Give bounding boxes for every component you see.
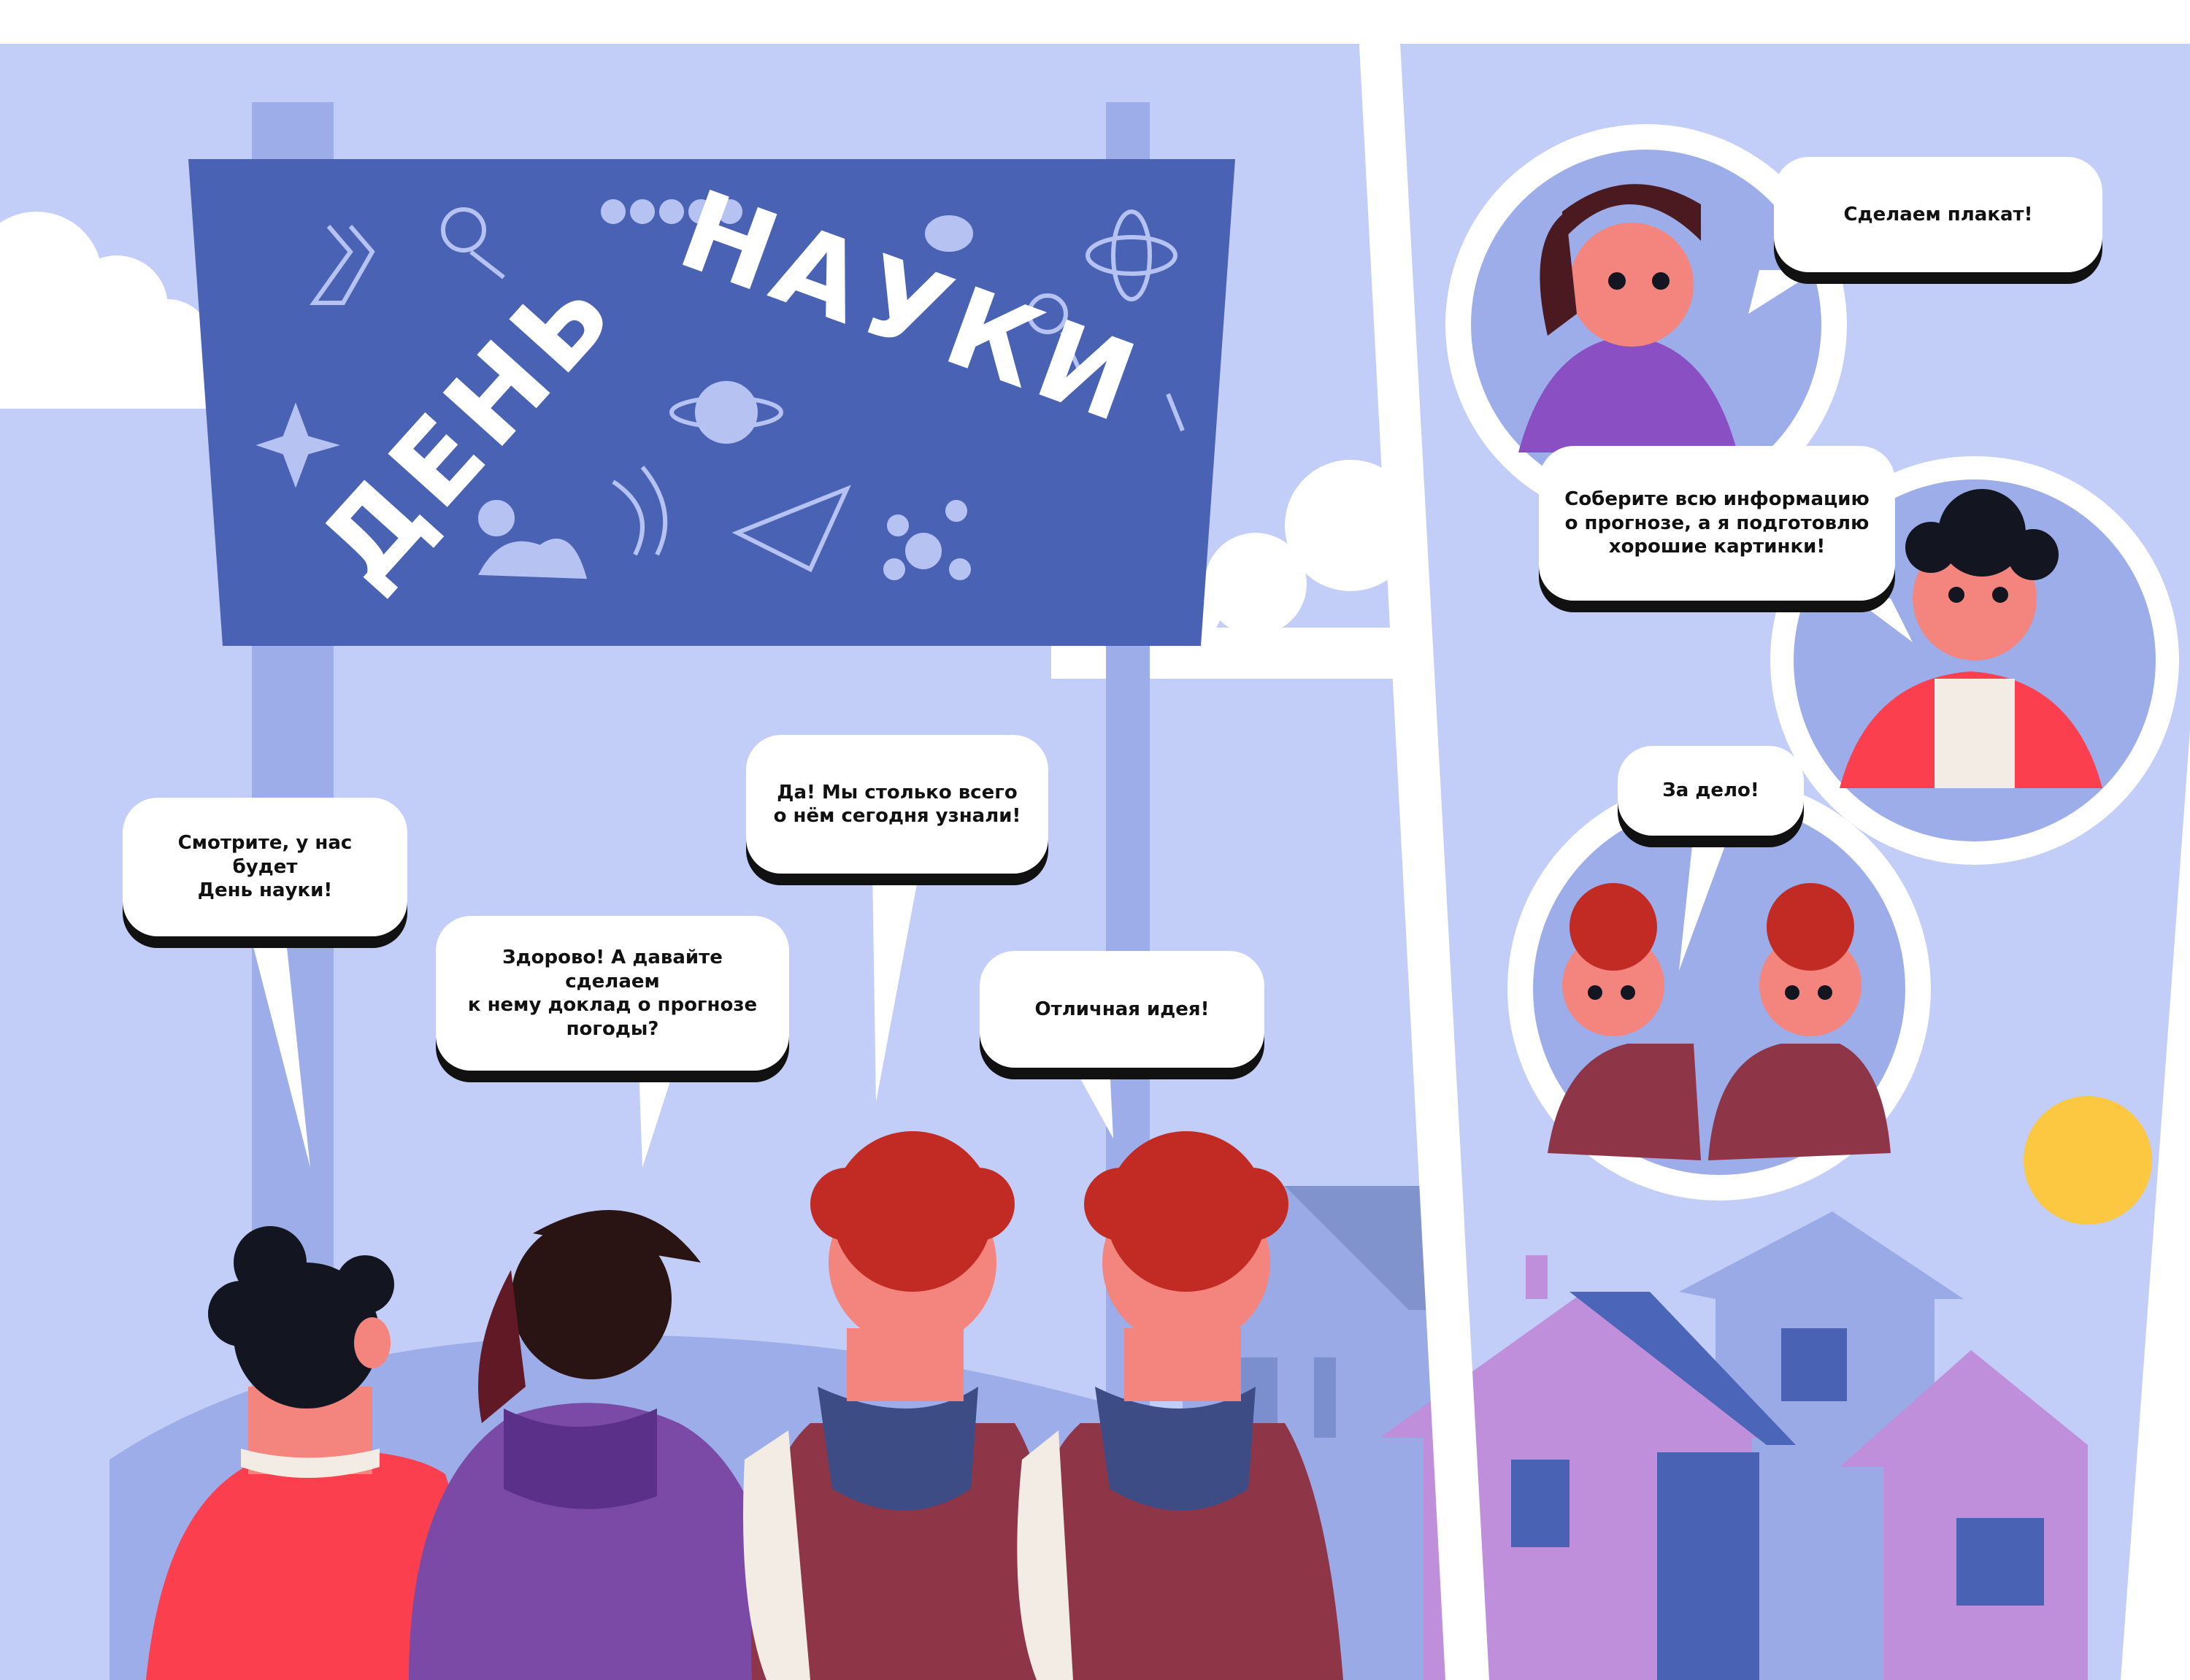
speech-bubble-5: Сделаем плакат! xyxy=(1774,157,2102,272)
planet-icon xyxy=(695,381,758,444)
speech-bubble-2-text: Здорово! А давайте сделаем к нему доклад… xyxy=(467,947,758,1040)
speech-bubble-6-text: Соберите всю информацию о прогнозе, а я … xyxy=(1564,488,1870,558)
speech-bubble-2: Здорово! А давайте сделаем к нему доклад… xyxy=(436,916,789,1071)
speech-bubble-1: Смотрите, у нас будет День науки! xyxy=(123,798,407,936)
molecule-icon xyxy=(905,533,942,569)
speech-bubble-7: За дело! xyxy=(1618,746,1804,836)
speech-bubble-4: Отличная идея! xyxy=(980,951,1264,1068)
top-margin xyxy=(0,0,2190,44)
sun-cloud-icon xyxy=(478,500,515,536)
speech-bubble-3: Да! Мы столько всего о нём сегодня узнал… xyxy=(746,735,1048,874)
speech-bubble-3-text: Да! Мы столько всего о нём сегодня узнал… xyxy=(773,781,1021,828)
speech-bubble-1-text: Смотрите, у нас будет День науки! xyxy=(177,832,353,902)
speech-bubble-6: Соберите всю информацию о прогнозе, а я … xyxy=(1539,446,1895,601)
leaf-icon xyxy=(925,215,973,252)
speech-bubble-5-text: Сделаем плакат! xyxy=(1843,203,2033,226)
sun xyxy=(2024,1096,2152,1225)
speech-bubble-7-text: За дело! xyxy=(1662,779,1759,802)
right-panel xyxy=(1380,44,2190,1680)
speech-bubble-4-text: Отличная идея! xyxy=(1034,998,1210,1020)
